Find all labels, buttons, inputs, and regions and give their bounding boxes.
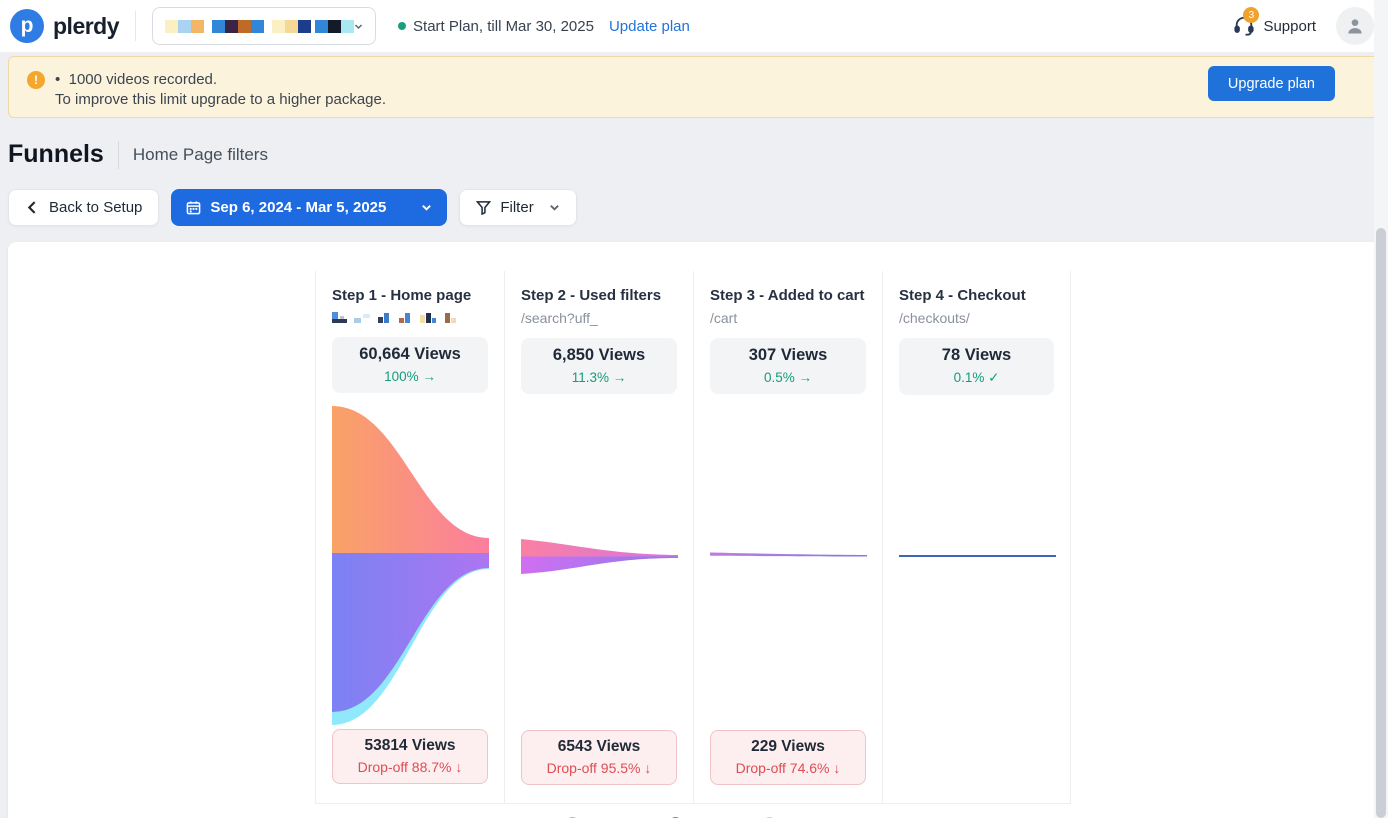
plan-status-text: Start Plan, till Mar 30, 2025 <box>413 18 594 35</box>
dropoff-rate: Drop-off 88.7% ↓ <box>337 759 483 775</box>
arrow-right-icon: → <box>799 370 813 385</box>
step-conversion-rate: 100% → <box>336 369 484 384</box>
desktop-series-area <box>521 539 678 557</box>
mobile-series-area <box>521 557 678 575</box>
step-title: Step 3 - Added to cart <box>710 287 866 304</box>
desktop-series-area <box>332 406 489 553</box>
support-badge: 3 <box>1243 7 1259 23</box>
page-title: Funnels <box>8 140 104 169</box>
step-title: Step 2 - Used filters <box>521 287 677 304</box>
warning-icon: ! <box>27 71 45 89</box>
banner-line-1: • 1000 videos recorded. <box>55 70 386 90</box>
dropoff-rate: Drop-off 74.6% ↓ <box>715 760 861 776</box>
plan-status-dot <box>398 22 406 30</box>
combined-series-area <box>710 553 867 557</box>
step-dropoff-box: 6543 Views Drop-off 95.5% ↓ <box>521 730 677 785</box>
step-views: 307 Views <box>714 346 862 365</box>
step-conversion-rate: 0.1% ✓ <box>903 370 1050 386</box>
dropoff-rate: Drop-off 95.5% ↓ <box>526 760 672 776</box>
plerdy-logo[interactable]: p plerdy <box>10 9 119 43</box>
funnel-shape-step-1 <box>332 398 489 728</box>
heading-separator <box>118 141 119 169</box>
funnel-step-4-column: Step 4 - Checkout /checkouts/ 78 Views 0… <box>882 271 1071 803</box>
support-label: Support <box>1263 18 1316 35</box>
dropoff-views: 6543 Views <box>526 738 672 756</box>
brand-name: plerdy <box>53 13 119 40</box>
calendar-icon <box>186 200 201 215</box>
update-plan-link[interactable]: Update plan <box>609 18 690 35</box>
funnel-shape-step-2 <box>521 399 678 729</box>
arrow-down-icon: ↓ <box>833 760 840 776</box>
step-views: 60,664 Views <box>336 345 484 364</box>
step-conversion-rate: 0.5% → <box>714 370 862 385</box>
arrow-down-icon: ↓ <box>455 759 462 775</box>
step-stats-box: 78 Views 0.1% ✓ <box>899 338 1054 395</box>
step-views: 78 Views <box>903 346 1050 365</box>
step-stats-box: 60,664 Views 100% → <box>332 337 488 393</box>
mobile-series-area <box>332 553 489 712</box>
top-nav: p plerdy Start Plan, till Mar 30, 2025 U… <box>0 0 1388 52</box>
combined-series-area <box>899 555 1056 557</box>
funnel-report-card: Step 1 - Home page 60,664 Views 100% → <box>8 242 1380 818</box>
chevron-left-icon <box>25 200 40 215</box>
plerdy-logo-icon: p <box>10 9 44 43</box>
funnel-step-1-column: Step 1 - Home page 60,664 Views 100% → <box>315 271 504 803</box>
chevron-down-icon <box>354 21 363 32</box>
banner-line-2: To improve this limit upgrade to a highe… <box>55 90 386 110</box>
dropoff-views: 229 Views <box>715 738 861 756</box>
step-url: /checkouts/ <box>899 310 1054 329</box>
back-to-setup-button[interactable]: Back to Setup <box>8 189 159 226</box>
step-dropoff-box: 53814 Views Drop-off 88.7% ↓ <box>332 729 488 784</box>
arrow-right-icon: → <box>613 370 627 385</box>
step-url: /search?uff_ <box>521 310 677 329</box>
vertical-scrollbar[interactable] <box>1374 0 1388 818</box>
check-icon: ✓ <box>988 370 999 385</box>
filter-funnel-icon <box>476 200 491 215</box>
step-dropoff-box: 229 Views Drop-off 74.6% ↓ <box>710 730 866 785</box>
limit-warning-banner: ! • 1000 videos recorded. To improve thi… <box>8 56 1380 118</box>
arrow-right-icon: → <box>422 369 436 384</box>
nav-divider <box>135 11 136 41</box>
project-favicon-swatches <box>165 20 354 33</box>
step-title: Step 1 - Home page <box>332 287 488 304</box>
page-favicon-thumbnails <box>332 309 488 328</box>
step-conversion-rate: 11.3% → <box>525 370 673 385</box>
step-title: Step 4 - Checkout <box>899 287 1054 304</box>
support-button[interactable]: 3 Support <box>1233 15 1316 37</box>
user-avatar[interactable] <box>1336 7 1374 45</box>
filter-button[interactable]: Filter <box>459 189 576 226</box>
upgrade-plan-button[interactable]: Upgrade plan <box>1208 66 1335 101</box>
funnel-shape-step-4 <box>899 400 1056 730</box>
device-legend: Desktop Mobile Tablet <box>8 804 1380 818</box>
chevron-down-icon <box>549 202 560 213</box>
dropoff-views: 53814 Views <box>337 737 483 755</box>
date-range-picker[interactable]: Sep 6, 2024 - Mar 5, 2025 <box>171 189 447 226</box>
step-stats-box: 6,850 Views 11.3% → <box>521 338 677 394</box>
scrollbar-thumb[interactable] <box>1376 228 1386 818</box>
project-selector-dropdown[interactable] <box>152 7 376 45</box>
funnel-name: Home Page filters <box>133 145 268 165</box>
funnel-step-2-column: Step 2 - Used filters /search?uff_ 6,850… <box>504 271 693 803</box>
step-views: 6,850 Views <box>525 346 673 365</box>
step-url: /cart <box>710 310 866 329</box>
step-stats-box: 307 Views 0.5% → <box>710 338 866 394</box>
person-icon <box>1345 16 1365 36</box>
funnel-step-3-column: Step 3 - Added to cart /cart 307 Views 0… <box>693 271 882 803</box>
chevron-down-icon <box>421 202 432 213</box>
arrow-down-icon: ↓ <box>644 760 651 776</box>
funnel-shape-step-3 <box>710 399 867 729</box>
